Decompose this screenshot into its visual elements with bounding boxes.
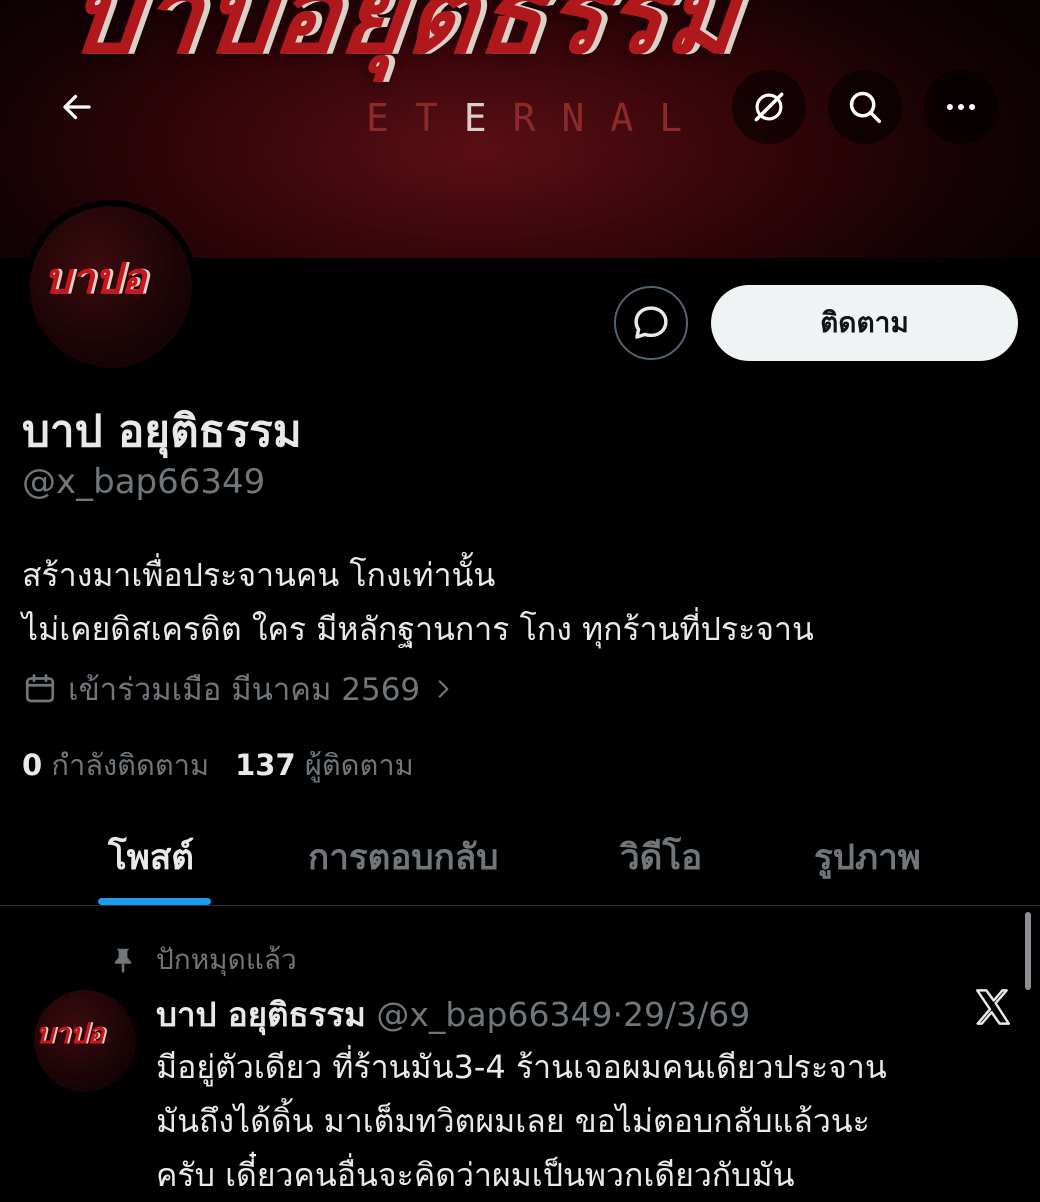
post-separator: ·	[612, 995, 623, 1034]
post-author-name[interactable]: บาป อยุติธรรม	[156, 995, 366, 1034]
profile-tabs: โพสต์ การตอบกลับ วิดีโอ รูปภาพ	[0, 800, 1040, 906]
x-logo-icon	[976, 989, 1010, 1025]
post-text[interactable]: มีอยู่ตัวเดียว ที่ร้านมัน3-4 ร้านเจอผมคน…	[156, 1040, 887, 1202]
active-tab-indicator	[98, 898, 211, 905]
post-avatar[interactable]: บาปอ	[34, 990, 136, 1092]
back-arrow-icon	[63, 94, 91, 120]
search-icon	[849, 91, 881, 123]
back-button[interactable]	[40, 70, 114, 144]
grok-icon	[754, 92, 784, 122]
profile-bio: สร้างมาเพื่อประจานคน โกงเท่านั้น ไม่เคยด…	[22, 548, 814, 656]
pin-icon	[114, 948, 132, 973]
joined-date[interactable]: เข้าร่วมเมือ มีนาคม 2569	[22, 664, 456, 714]
message-button[interactable]	[614, 286, 688, 360]
avatar-logo-text: บาปอ	[44, 254, 147, 303]
scrollbar[interactable]	[1025, 912, 1031, 990]
post-date[interactable]: 29/3/69	[623, 995, 750, 1034]
tab-photos[interactable]: รูปภาพ	[814, 830, 921, 885]
more-icon	[946, 103, 976, 111]
message-icon	[634, 306, 668, 339]
banner-title: บาปอยุติธรรม	[63, 0, 746, 78]
followers-label: ผู้ติดตาม	[304, 748, 414, 782]
tab-replies[interactable]: การตอบกลับ	[308, 830, 498, 885]
profile-avatar[interactable]: บาปอ	[24, 200, 198, 374]
bio-line: ไม่เคยดิสเครดิต ใคร มีหลักฐานการ โกง ทุก…	[22, 610, 814, 648]
calendar-icon	[25, 674, 55, 703]
more-button[interactable]	[924, 70, 998, 144]
chevron-right-icon	[438, 680, 449, 698]
avatar-logo-text: บาปอ	[36, 1017, 105, 1050]
search-button[interactable]	[828, 70, 902, 144]
follow-stats: 0 กำลังติดตาม 137 ผู้ติดตาม	[22, 742, 414, 788]
follow-button[interactable]: ติดตาม	[711, 285, 1018, 361]
post-line: ครับ เดี๋ยวคนอื่นจะคิดว่าผมเป็นพวกเดียวก…	[156, 1156, 795, 1194]
following-count: 0	[22, 748, 43, 782]
post-line: มันถึงได้ดิ้น มาเต็มทวิตผมเลย ขอไม่ตอบกล…	[156, 1102, 870, 1140]
post-line: มีอยู่ตัวเดียว ที่ร้านมัน3-4 ร้านเจอผมคน…	[156, 1048, 887, 1086]
post-header: บาป อยุติธรรม @x_bap66349·29/3/69	[156, 988, 750, 1041]
joined-text: เข้าร่วมเมือ มีนาคม 2569	[68, 672, 421, 708]
bio-line: สร้างมาเพื่อประจานคน โกงเท่านั้น	[22, 556, 496, 594]
profile-display-name: บาป อยุติธรรม	[22, 406, 302, 457]
profile-handle: @x_bap66349	[22, 462, 266, 502]
grok-button[interactable]	[732, 70, 806, 144]
following-link[interactable]: 0 กำลังติดตาม	[22, 742, 209, 788]
post-author-handle[interactable]: @x_bap66349	[376, 995, 612, 1034]
following-label: กำลังติดตาม	[51, 748, 210, 782]
tab-posts[interactable]: โพสต์	[108, 830, 194, 885]
banner-subtitle: ETERNAL	[366, 96, 709, 140]
pinned-label: ปักหมุดแล้ว	[108, 938, 297, 982]
pinned-text: ปักหมุดแล้ว	[156, 943, 297, 976]
tab-videos[interactable]: วิดีโอ	[620, 830, 702, 885]
followers-count: 137	[235, 748, 296, 782]
followers-link[interactable]: 137 ผู้ติดตาม	[235, 742, 414, 788]
